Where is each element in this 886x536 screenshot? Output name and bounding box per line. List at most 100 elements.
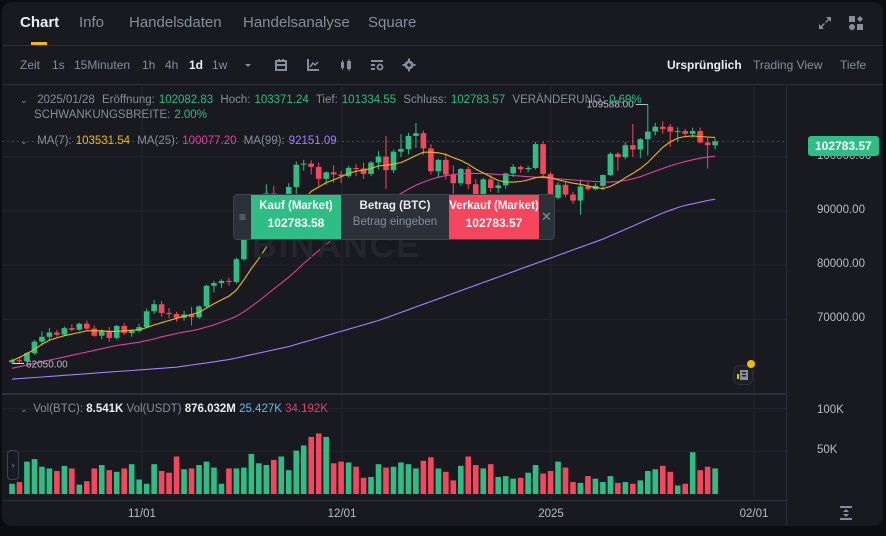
interval-4h[interactable]: 4h xyxy=(165,58,178,72)
ma25-value: 100077.20 xyxy=(182,135,237,147)
candle-type-icon[interactable] xyxy=(339,58,353,72)
volume-bar xyxy=(263,465,270,494)
time-tick: 12/01 xyxy=(327,508,357,520)
expand-sidebar-chevron-icon[interactable]: › xyxy=(7,450,19,480)
volume-bar xyxy=(98,465,105,494)
volume-bar xyxy=(323,436,329,494)
candle-body xyxy=(91,328,98,336)
collapse-chevron-icon[interactable]: ⌄ xyxy=(20,136,30,147)
current-price-tag: 102783.57 xyxy=(808,136,879,156)
volume-bar xyxy=(278,456,285,494)
volume-bar xyxy=(428,457,434,494)
price-tick: 80000.00 xyxy=(817,258,865,271)
interval-1d[interactable]: 1d xyxy=(189,58,203,72)
open-label: Eröffnung: xyxy=(101,94,155,106)
candle-body xyxy=(472,184,479,195)
amount-input[interactable] xyxy=(347,216,443,228)
tab-trading-analysis[interactable]: Handelsanalyse xyxy=(243,14,350,31)
candle-body xyxy=(540,144,546,174)
volume-bar xyxy=(31,459,38,494)
volume-bar xyxy=(458,465,464,494)
drag-handle-icon[interactable]: ≡ xyxy=(234,195,251,239)
candle-body xyxy=(54,332,60,335)
caret-down-icon[interactable] xyxy=(243,60,253,70)
news-icon xyxy=(737,370,748,380)
tab-trading-data[interactable]: Handelsdaten xyxy=(129,14,222,31)
candle-body xyxy=(495,185,501,189)
candle-body xyxy=(166,312,172,314)
interval-15m[interactable]: 15Minuten xyxy=(74,58,130,72)
volume-bar xyxy=(46,468,53,494)
candle-body xyxy=(128,330,135,333)
volume-bar xyxy=(241,467,247,494)
chart-area[interactable]: 109588.00 62050.00 xyxy=(2,86,786,526)
volume-bar xyxy=(390,466,397,494)
buy-market-button[interactable]: Kauf (Market) 102783.58 xyxy=(251,195,341,239)
candle-body xyxy=(562,184,569,195)
tab-bar: Chart Info Handelsdaten Handelsanalyse S… xyxy=(2,2,883,46)
tab-square[interactable]: Square xyxy=(368,14,416,31)
volume-bar xyxy=(517,477,524,494)
candle-body xyxy=(600,175,606,186)
close-icon[interactable]: ✕ xyxy=(539,195,554,239)
candle-body xyxy=(532,144,539,168)
volume-bar xyxy=(203,461,210,494)
candle-body xyxy=(510,166,516,174)
volume-tick: 100K xyxy=(817,404,844,416)
volume-bar xyxy=(600,482,606,494)
active-tab-indicator xyxy=(31,42,47,45)
amount-label: Betrag (BTC) xyxy=(359,200,431,212)
tab-chart[interactable]: Chart xyxy=(20,14,59,31)
amplitude-legend: SCHWANKUNGSBREITE: 2.00% xyxy=(34,109,211,121)
tab-info[interactable]: Info xyxy=(79,14,104,31)
fullscreen-icon[interactable] xyxy=(817,15,833,31)
time-axis[interactable]: 11/01 12/01 2025 02/01 xyxy=(2,500,786,526)
view-trading-view[interactable]: Trading View xyxy=(753,58,822,72)
collapse-chevron-icon[interactable]: ⌄ xyxy=(20,95,30,106)
candle-body xyxy=(383,156,389,171)
calendar-icon[interactable] xyxy=(274,58,288,72)
candle-body xyxy=(390,151,397,171)
volume-bar xyxy=(226,468,232,494)
vol-usdt-value: 876.032M xyxy=(184,403,236,415)
candle-body xyxy=(637,139,644,150)
interval-1w[interactable]: 1w xyxy=(212,58,227,72)
volume-bar xyxy=(256,463,262,494)
interval-1s[interactable]: 1s xyxy=(52,58,65,72)
candle-body xyxy=(315,166,322,179)
collapse-chevron-icon[interactable]: ⌄ xyxy=(20,404,30,415)
interval-1h[interactable]: 1h xyxy=(142,58,155,72)
widgets-icon[interactable] xyxy=(848,15,864,31)
volume-bar xyxy=(487,464,494,494)
candle-body xyxy=(353,167,359,169)
candle-body xyxy=(203,285,210,307)
template-icon[interactable] xyxy=(370,58,384,72)
settings-icon[interactable] xyxy=(402,58,416,72)
volume-bar xyxy=(181,469,187,494)
quick-trade-widget: ≡ Kauf (Market) 102783.58 Betrag (BTC) V… xyxy=(233,194,555,240)
high-value: 103371.24 xyxy=(254,94,309,106)
volume-bar xyxy=(510,478,516,494)
volume-tick: 50K xyxy=(817,444,838,456)
candle-body xyxy=(652,126,659,132)
change-label: VERÄNDERUNG: xyxy=(512,94,606,106)
price-axis[interactable]: 100000.00 90000.00 80000.00 70000.00 102… xyxy=(786,86,883,526)
candle-body xyxy=(226,280,232,282)
candle-body xyxy=(577,186,584,201)
volume-bar xyxy=(248,453,255,494)
candle-body xyxy=(712,141,718,146)
candle-body xyxy=(443,159,449,175)
candle-body xyxy=(674,131,681,133)
view-depth[interactable]: Tiefe xyxy=(840,58,866,72)
indicator-icon[interactable] xyxy=(306,58,320,72)
volume-bar xyxy=(345,462,352,494)
ma25-label: MA(25): xyxy=(137,135,179,147)
view-original[interactable]: Ursprünglich xyxy=(667,58,742,72)
sell-market-button[interactable]: Verkauf (Market) 102783.57 xyxy=(449,195,539,239)
vol-ma-short-value: 25.427K xyxy=(239,403,282,415)
candle-body xyxy=(375,156,382,163)
news-button[interactable] xyxy=(733,365,753,385)
auto-scale-icon[interactable] xyxy=(838,506,854,520)
candle-body xyxy=(525,167,531,170)
candlestick-chart[interactable]: 109588.0062050.00 xyxy=(2,86,786,526)
